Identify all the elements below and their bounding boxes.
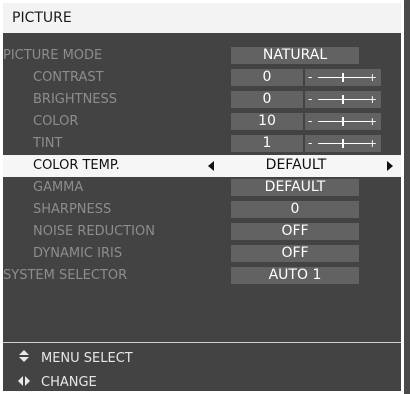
sharpness-value[interactable]: 0 [231, 201, 359, 218]
sharpness-label: SHARPNESS [33, 202, 112, 217]
slider-knob[interactable] [342, 95, 344, 104]
menu-row-system-selector[interactable]: SYSTEM SELECTOR AUTO 1 [3, 265, 401, 287]
system-selector-value[interactable]: AUTO 1 [231, 267, 359, 284]
menu-title: PICTURE [3, 3, 401, 33]
menu-row-contrast[interactable]: CONTRAST 0 - + [3, 67, 401, 89]
contrast-value: 0 [231, 69, 303, 86]
left-right-arrow-icon [18, 376, 30, 386]
menu-row-sharpness[interactable]: SHARPNESS 0 [3, 199, 401, 221]
slider-minus: - [308, 136, 313, 150]
color-label: COLOR [33, 114, 79, 129]
menu-row-noise-reduction[interactable]: NOISE REDUCTION OFF [3, 221, 401, 243]
slider-plus: + [367, 137, 377, 150]
contrast-slider[interactable]: - + [305, 69, 381, 86]
color-slider[interactable]: - + [305, 113, 381, 130]
slider-minus: - [308, 70, 313, 84]
slider-knob[interactable] [342, 117, 344, 126]
menu-row-picture-mode[interactable]: PICTURE MODE NATURAL [3, 45, 401, 67]
slider-plus: + [367, 115, 377, 128]
slider-track [318, 121, 370, 122]
slider-minus: - [308, 114, 313, 128]
picture-menu: PICTURE PICTURE MODE NATURAL CONTRAST 0 … [0, 0, 404, 394]
color-value: 10 [231, 113, 303, 130]
menu-row-tint[interactable]: TINT 1 - + [3, 133, 401, 155]
gamma-value[interactable]: DEFAULT [231, 179, 359, 196]
brightness-slider[interactable]: - + [305, 91, 381, 108]
menu-select-text: MENU SELECT [41, 351, 133, 366]
slider-knob[interactable] [342, 139, 344, 148]
tint-label: TINT [33, 136, 63, 151]
brightness-value: 0 [231, 91, 303, 108]
contrast-label: CONTRAST [33, 70, 104, 85]
tint-slider[interactable]: - + [305, 135, 381, 152]
system-selector-label: SYSTEM SELECTOR [3, 268, 128, 283]
slider-minus: - [308, 92, 313, 106]
slider-plus: + [367, 71, 377, 84]
menu-row-color-temp[interactable]: COLOR TEMP. DEFAULT [3, 155, 401, 177]
right-arrow-icon[interactable] [387, 161, 393, 171]
picture-mode-label: PICTURE MODE [3, 48, 103, 63]
color-temp-label: COLOR TEMP. [33, 158, 120, 173]
up-down-arrow-icon [19, 350, 29, 362]
noise-reduction-value[interactable]: OFF [231, 223, 359, 240]
menu-row-brightness[interactable]: BRIGHTNESS 0 - + [3, 89, 401, 111]
change-text: CHANGE [41, 375, 97, 390]
slider-plus: + [367, 93, 377, 106]
menu-row-gamma[interactable]: GAMMA DEFAULT [3, 177, 401, 199]
dynamic-iris-value[interactable]: OFF [231, 245, 359, 262]
help-change: CHANGE [17, 375, 97, 390]
slider-track [318, 99, 370, 100]
slider-track [318, 143, 370, 144]
picture-mode-value[interactable]: NATURAL [231, 47, 359, 64]
color-temp-value[interactable]: DEFAULT [221, 157, 371, 174]
help-menu-select: MENU SELECT [17, 350, 133, 366]
slider-knob[interactable] [342, 73, 344, 82]
left-arrow-icon[interactable] [208, 161, 214, 171]
gamma-label: GAMMA [33, 180, 84, 195]
tint-value: 1 [231, 135, 303, 152]
menu-row-color[interactable]: COLOR 10 - + [3, 111, 401, 133]
slider-track [318, 77, 370, 78]
brightness-label: BRIGHTNESS [33, 92, 118, 107]
divider [3, 342, 401, 343]
menu-row-dynamic-iris[interactable]: DYNAMIC IRIS OFF [3, 243, 401, 265]
dynamic-iris-label: DYNAMIC IRIS [33, 246, 123, 261]
noise-reduction-label: NOISE REDUCTION [33, 224, 155, 239]
